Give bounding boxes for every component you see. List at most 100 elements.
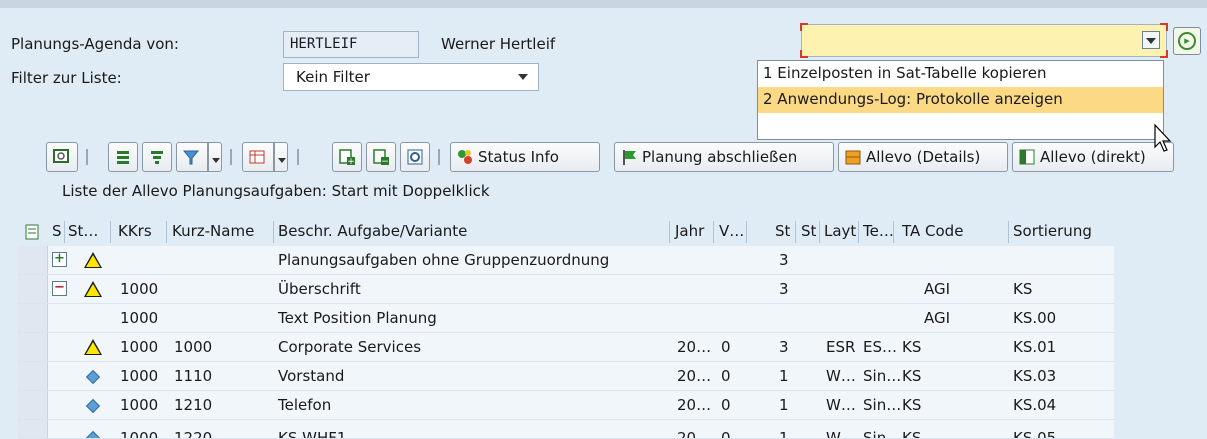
cell-layt: W…	[826, 367, 856, 385]
row-selector[interactable]	[18, 275, 48, 303]
mouse-cursor-icon	[1154, 123, 1172, 152]
details-button[interactable]	[46, 142, 78, 172]
table-row[interactable]: 1000 Text Position Planung AGI KS.00	[18, 304, 1114, 333]
combobox-option[interactable]: 1 Einzelposten in Sat-Tabelle kopieren	[758, 61, 1163, 87]
layout-dropdown-button[interactable]	[274, 142, 288, 172]
row-selector[interactable]	[18, 420, 48, 438]
column-header[interactable]: TA Code	[902, 218, 963, 246]
table-row[interactable]: 1000 1220 KS WHF1 20… 0 1 W… Sin… KS KS.…	[18, 420, 1114, 439]
column-divider[interactable]	[64, 221, 65, 243]
cell-ta-code: KS	[902, 396, 922, 414]
cell-st: 3	[779, 338, 789, 356]
cell-kkrs: 1000	[120, 396, 159, 414]
status-info-button[interactable]: Status Info	[450, 142, 600, 172]
expand-icon[interactable]: +	[52, 252, 67, 267]
sort-ascending-button[interactable]	[108, 142, 138, 172]
table-row[interactable]: − 1000 Überschrift 3 AGI KS	[18, 275, 1114, 304]
cell-layt: ESR	[826, 338, 856, 356]
column-divider[interactable]	[795, 221, 796, 243]
allevo-details-button[interactable]: Allevo (Details)	[838, 142, 1008, 172]
cell-st: 1	[779, 429, 789, 439]
column-header[interactable]: Sortierung	[1013, 218, 1092, 246]
column-divider[interactable]	[713, 221, 714, 243]
collapse-all-button[interactable]: −	[366, 142, 396, 172]
row-selector[interactable]	[18, 246, 48, 274]
column-divider[interactable]	[166, 221, 167, 243]
combobox-option-highlighted[interactable]: 2 Anwendungs-Log: Protokolle anzeigen	[758, 87, 1163, 113]
row-selector[interactable]	[18, 304, 48, 332]
diamond-icon	[85, 430, 101, 438]
planung-abschliessen-button[interactable]: Planung abschließen	[614, 142, 834, 172]
refresh-button[interactable]	[400, 142, 430, 172]
column-header[interactable]: St…	[68, 218, 98, 246]
row-selector[interactable]	[18, 333, 48, 361]
cell-kurz-name: 1210	[174, 396, 213, 414]
collapse-all-icon: −	[371, 147, 391, 167]
warning-icon	[84, 252, 102, 268]
column-divider[interactable]	[1008, 221, 1009, 243]
details-icon	[51, 147, 71, 167]
column-divider[interactable]	[858, 221, 859, 243]
filter-label: Filter zur Liste:	[11, 69, 122, 87]
status-info-label: Status Info	[478, 148, 559, 166]
row-selector[interactable]	[18, 391, 48, 419]
chevron-down-icon	[1146, 38, 1156, 44]
cell-kurz-name: 1110	[174, 367, 213, 385]
cell-kkrs: 1000	[120, 309, 159, 327]
column-header[interactable]: Layt	[824, 218, 856, 246]
cell-v: 0	[721, 429, 731, 439]
column-header[interactable]: Beschr. Aufgabe/Variante	[278, 218, 467, 246]
cell-kurz-name: 1000	[174, 338, 213, 356]
filter-button[interactable]	[176, 142, 208, 172]
chevron-down-icon	[518, 74, 528, 80]
column-divider[interactable]	[110, 221, 111, 243]
column-divider[interactable]	[893, 221, 894, 243]
column-header[interactable]: Kurz-Name	[172, 218, 254, 246]
combobox-dropdown-button[interactable]	[1142, 31, 1160, 49]
diamond-icon	[85, 369, 101, 385]
expand-all-icon: +	[337, 147, 357, 167]
column-header[interactable]: St	[801, 218, 816, 246]
layout-select-icon[interactable]	[25, 224, 41, 245]
cabinet-icon	[843, 147, 863, 167]
toolbar-separator	[230, 149, 232, 165]
filter-dropdown-button[interactable]	[208, 142, 222, 172]
column-header[interactable]: St	[775, 218, 790, 246]
column-divider[interactable]	[669, 221, 670, 243]
column-header[interactable]: S	[52, 218, 62, 246]
cell-jahr: 20…	[677, 338, 712, 356]
agenda-user-id-field[interactable]: HERTLEIF	[283, 31, 419, 58]
cell-ta-code: AGI	[924, 309, 951, 327]
table-row[interactable]: 1000 1000 Corporate Services 20… 0 3 ESR…	[18, 333, 1114, 362]
execute-button[interactable]: ▸	[1173, 27, 1201, 55]
focus-corner	[800, 23, 808, 31]
cell-st: 1	[779, 367, 789, 385]
table-empty-area	[1114, 218, 1207, 439]
list-caption: Liste der Allevo Planungsaufgaben: Start…	[62, 182, 490, 200]
column-divider[interactable]	[819, 221, 820, 243]
svg-text:+: +	[347, 157, 355, 166]
cell-te: Sin…	[863, 396, 902, 414]
collapse-icon[interactable]: −	[52, 281, 67, 296]
allevo-direkt-button[interactable]: Allevo (direkt)	[1012, 142, 1174, 172]
column-header[interactable]: KKrs	[118, 218, 152, 246]
expand-all-button[interactable]: +	[332, 142, 362, 172]
sort-descending-button[interactable]	[142, 142, 172, 172]
cell-jahr: 20…	[677, 429, 712, 439]
column-header[interactable]: Jahr	[675, 218, 704, 246]
table-row[interactable]: 1000 1110 Vorstand 20… 0 1 W… Sin… KS KS…	[18, 362, 1114, 391]
layout-button[interactable]	[242, 142, 274, 172]
function-combobox[interactable]	[800, 23, 1168, 58]
column-header[interactable]: Te…	[863, 218, 894, 246]
cell-v: 0	[721, 396, 731, 414]
warning-icon	[84, 339, 102, 355]
cell-te: Sin…	[863, 429, 902, 439]
table-row[interactable]: 1000 1210 Telefon 20… 0 1 W… Sin… KS KS.…	[18, 391, 1114, 420]
table-row[interactable]: + Planungsaufgaben ohne Gruppenzuordnung…	[18, 246, 1114, 275]
column-divider[interactable]	[746, 221, 747, 243]
filter-select[interactable]: Kein Filter	[283, 63, 539, 91]
cell-ta-code: KS	[902, 338, 922, 356]
column-divider[interactable]	[273, 221, 274, 243]
row-selector[interactable]	[18, 362, 48, 390]
column-header[interactable]: V…	[719, 218, 744, 246]
